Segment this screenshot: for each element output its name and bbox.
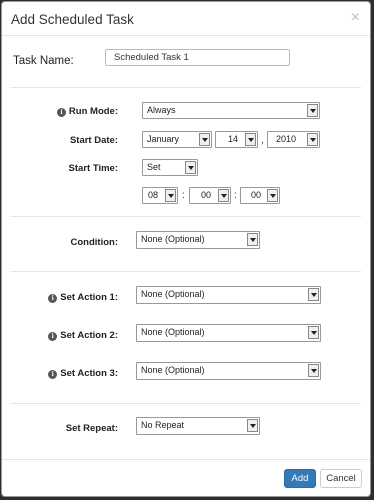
set-action-1-value: None (Optional) — [141, 289, 205, 299]
chevron-down-icon — [218, 189, 229, 202]
run-mode-value: Always — [147, 105, 176, 115]
chevron-down-icon — [267, 189, 278, 202]
set-action-3-label: i Set Action 3: — [2, 368, 118, 379]
set-action-1-label-text: Set Action 1: — [60, 292, 118, 303]
close-icon[interactable]: × — [351, 10, 360, 26]
chevron-down-icon — [247, 419, 258, 432]
task-name-input[interactable] — [105, 49, 290, 66]
task-name-label: Task Name: — [13, 55, 74, 67]
date-separator: , — [261, 135, 264, 146]
start-day-select[interactable]: 14 — [215, 131, 258, 148]
start-day-value: 14 — [228, 134, 239, 144]
set-action-1-label: i Set Action 1: — [2, 292, 118, 303]
info-icon[interactable]: i — [48, 332, 58, 341]
set-repeat-value: No Repeat — [141, 420, 185, 430]
set-action-2-label: i Set Action 2: — [2, 330, 118, 341]
chevron-down-icon — [165, 189, 176, 202]
start-time-mode-select[interactable]: Set — [142, 159, 198, 176]
chevron-down-icon — [307, 104, 318, 117]
chevron-down-icon — [247, 233, 258, 246]
divider — [11, 271, 361, 272]
chevron-down-icon — [308, 326, 319, 339]
condition-select[interactable]: None (Optional) — [136, 231, 260, 249]
divider — [11, 216, 361, 217]
chevron-down-icon — [307, 133, 318, 146]
chevron-down-icon — [308, 288, 319, 301]
info-icon[interactable]: i — [48, 294, 58, 303]
set-action-2-select[interactable]: None (Optional) — [136, 324, 321, 342]
run-mode-label: i Run Mode: — [2, 106, 118, 117]
set-action-3-label-text: Set Action 3: — [60, 368, 118, 379]
start-year-value: 2010 — [276, 134, 297, 144]
task-name-row: Task Name: — [2, 46, 370, 74]
footer-divider — [2, 459, 370, 460]
second-select[interactable]: 00 — [240, 187, 280, 204]
run-mode-select[interactable]: Always — [142, 102, 320, 119]
start-date-label: Start Date: — [69, 135, 118, 146]
start-time-label: Start Time: — [68, 163, 118, 174]
set-repeat-label: Set Repeat: — [65, 423, 118, 434]
minute-value: 00 — [201, 190, 212, 200]
cancel-button[interactable]: Cancel — [320, 469, 362, 488]
chevron-down-icon — [308, 364, 319, 377]
second-value: 00 — [251, 190, 262, 200]
dialog-header: Add Scheduled Task × — [2, 2, 370, 36]
hour-value: 08 — [148, 190, 159, 200]
chevron-down-icon — [199, 133, 210, 146]
add-scheduled-task-dialog: Add Scheduled Task × Task Name: iRun Mod… — [1, 1, 371, 497]
divider — [11, 87, 361, 88]
run-mode-label-text: Run Mode: — [68, 106, 118, 117]
set-action-2-label-text: Set Action 2: — [60, 330, 118, 341]
set-action-1-select[interactable]: None (Optional) — [136, 286, 321, 304]
time-separator: : — [234, 190, 237, 201]
condition-label: Condition: — [70, 237, 118, 248]
time-separator: : — [182, 190, 185, 201]
condition-value: None (Optional) — [141, 234, 205, 244]
start-time-mode-value: Set — [147, 162, 161, 172]
set-action-3-select[interactable]: None (Optional) — [136, 362, 321, 380]
hour-select[interactable]: 08 — [142, 187, 178, 204]
info-icon[interactable]: i — [48, 370, 58, 379]
info-icon[interactable]: i — [56, 108, 66, 117]
set-action-3-value: None (Optional) — [141, 365, 205, 375]
chevron-down-icon — [245, 133, 256, 146]
start-month-value: January — [147, 134, 180, 144]
add-button[interactable]: Add — [284, 469, 316, 488]
set-repeat-select[interactable]: No Repeat — [136, 417, 260, 435]
start-month-select[interactable]: January — [142, 131, 212, 148]
dialog-title: Add Scheduled Task — [11, 12, 134, 27]
start-year-select[interactable]: 2010 — [267, 131, 320, 148]
chevron-down-icon — [185, 161, 196, 174]
set-action-2-value: None (Optional) — [141, 327, 205, 337]
minute-select[interactable]: 00 — [189, 187, 231, 204]
divider — [11, 403, 361, 404]
